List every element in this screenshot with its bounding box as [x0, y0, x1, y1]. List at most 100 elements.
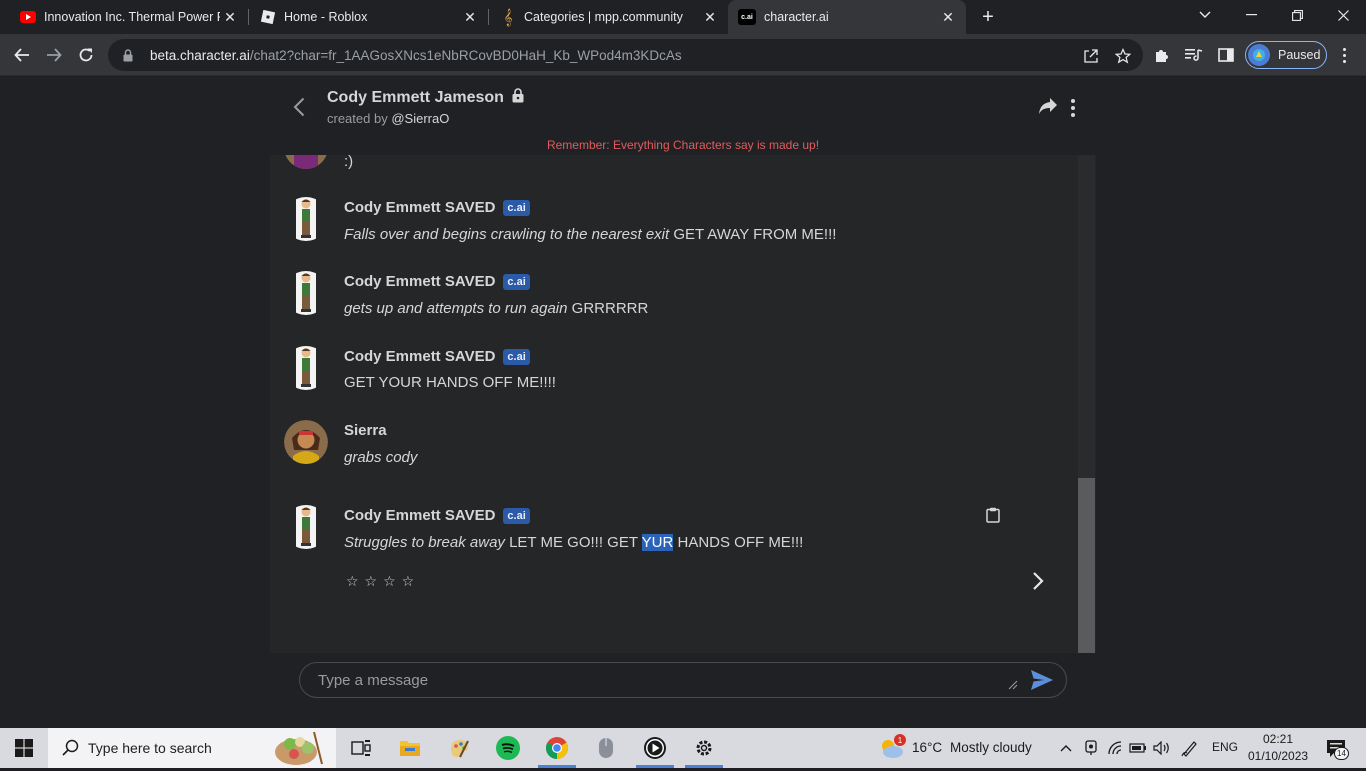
clipboard-icon[interactable] — [986, 507, 1000, 523]
media-control-icon[interactable] — [1184, 45, 1204, 65]
message-item: Cody Emmett SAVED c.ai gets up and attem… — [270, 269, 1070, 329]
settings-gear-icon[interactable] — [692, 736, 716, 760]
message-text: Struggles to break away LET ME GO!!! GET… — [344, 534, 803, 551]
chat-scrollbar-thumb[interactable] — [1078, 478, 1095, 653]
spotify-icon[interactable] — [496, 736, 520, 760]
cody-avatar[interactable] — [284, 505, 328, 549]
send-icon[interactable] — [1030, 669, 1056, 693]
cody-avatar[interactable] — [284, 197, 328, 241]
lock-icon[interactable] — [120, 48, 136, 62]
browser-toolbar: beta.character.ai/chat2?char=fr_1AAGosXN… — [0, 34, 1366, 76]
task-view-icon[interactable] — [349, 736, 373, 760]
close-window-button[interactable] — [1320, 0, 1366, 30]
cai-icon-text: c.ai — [741, 13, 753, 21]
url-host: beta.character.ai — [150, 47, 250, 63]
side-panel-icon[interactable] — [1216, 45, 1236, 65]
pen-icon[interactable] — [1180, 736, 1200, 760]
tab-search-chevron-icon[interactable] — [1182, 0, 1228, 30]
restore-button[interactable] — [1274, 0, 1320, 30]
cai-badge: c.ai — [503, 199, 530, 216]
browser-menu-icon[interactable] — [1334, 44, 1354, 66]
more-options-icon[interactable] — [1068, 97, 1078, 119]
hidden-icons-chevron-icon[interactable] — [1058, 736, 1074, 760]
clock-time[interactable]: 02:21 — [1262, 732, 1294, 746]
minimize-button[interactable] — [1228, 0, 1274, 30]
message-sender: Cody Emmett SAVED c.ai — [344, 348, 530, 365]
windows-start-icon[interactable] — [12, 736, 36, 760]
message-item: Cody Emmett SAVED c.ai Falls over and be… — [270, 195, 1070, 255]
network-icon[interactable] — [1106, 736, 1126, 760]
weather-alert-badge: 1 — [894, 734, 906, 746]
close-tab-icon[interactable]: ✕ — [700, 7, 720, 27]
close-tab-icon[interactable]: ✕ — [220, 7, 240, 27]
message-sender: Sierra — [344, 422, 387, 439]
back-button[interactable] — [8, 41, 36, 69]
message-composer[interactable]: Type a message — [299, 662, 1067, 698]
share-arrow-icon[interactable] — [1038, 97, 1060, 119]
message-partial: :) — [270, 155, 1070, 171]
reload-button[interactable] — [72, 41, 100, 69]
creator-link[interactable]: @SierraO — [391, 111, 449, 126]
message-action: gets up and attempts to run again — [344, 300, 568, 317]
tab-mpp-community[interactable]: 𝄞 Categories | mpp.community ✕ — [480, 0, 728, 34]
tab-youtube[interactable]: Innovation Inc. Thermal Power P ✕ — [0, 0, 248, 34]
rating-stars[interactable]: ☆☆☆☆ — [346, 573, 420, 590]
cai-badge: c.ai — [503, 348, 530, 365]
address-bar[interactable]: beta.character.ai/chat2?char=fr_1AAGosXN… — [108, 39, 1143, 71]
character-name[interactable]: Cody Emmett Jameson — [327, 89, 504, 107]
cai-badge: c.ai — [503, 273, 530, 290]
sender-name[interactable]: Cody Emmett SAVED — [344, 273, 495, 290]
message-text: :) — [344, 155, 354, 170]
message-sender: Cody Emmett SAVED c.ai — [344, 199, 530, 216]
selected-text: YUR — [641, 534, 674, 551]
message-input[interactable]: Type a message — [318, 672, 428, 689]
chrome-icon[interactable] — [545, 736, 569, 760]
volume-icon[interactable] — [1152, 736, 1172, 760]
cody-avatar[interactable] — [284, 346, 328, 390]
message-sender: Cody Emmett SAVED c.ai — [344, 273, 530, 290]
sierra-avatar[interactable] — [284, 420, 328, 464]
paint-icon[interactable] — [447, 736, 471, 760]
extensions-puzzle-icon[interactable] — [1152, 45, 1172, 65]
weather-description[interactable]: Mostly cloudy — [950, 740, 1032, 755]
sender-name[interactable]: Cody Emmett SAVED — [344, 348, 495, 365]
sender-name[interactable]: Cody Emmett SAVED — [344, 507, 495, 524]
weather-temperature[interactable]: 16°C — [912, 740, 942, 755]
character-name-row[interactable]: Cody Emmett Jameson — [327, 88, 524, 108]
bookmark-star-icon[interactable] — [1114, 47, 1132, 65]
share-page-icon[interactable] — [1082, 47, 1100, 65]
message-speech: GRRRRRR — [567, 300, 649, 317]
profile-paused-button[interactable]: Paused — [1245, 41, 1327, 69]
next-response-chevron-icon[interactable] — [1032, 571, 1048, 593]
created-by-label: created by — [327, 111, 388, 126]
tab-roblox[interactable]: Home - Roblox ✕ — [240, 0, 488, 34]
input-language[interactable]: ENG — [1212, 740, 1238, 754]
taskbar-search-box[interactable]: Type here to search — [48, 728, 336, 768]
close-tab-icon[interactable]: ✕ — [938, 7, 958, 27]
made-up-warning: Remember: Everything Characters say is m… — [546, 138, 820, 152]
weather-cloud-icon[interactable]: 1 — [878, 734, 908, 760]
sierra-avatar[interactable] — [284, 155, 328, 169]
sender-name[interactable]: Cody Emmett SAVED — [344, 199, 495, 216]
media-player-icon[interactable] — [643, 736, 667, 760]
new-tab-button[interactable]: + — [976, 4, 1000, 30]
sender-name[interactable]: Sierra — [344, 422, 387, 439]
url-text[interactable]: beta.character.ai/chat2?char=fr_1AAGosXN… — [150, 48, 682, 63]
profile-status-label: Paused — [1278, 48, 1321, 62]
back-arrow-icon[interactable] — [288, 95, 310, 119]
cody-avatar[interactable] — [284, 271, 328, 315]
close-tab-icon[interactable]: ✕ — [460, 7, 480, 27]
clock-date[interactable]: 01/10/2023 — [1248, 749, 1308, 763]
message-item-latest: Cody Emmett SAVED c.ai Struggles to brea… — [270, 503, 1070, 563]
search-input[interactable]: Type here to search — [88, 740, 212, 756]
notifications-icon[interactable]: 14 — [1322, 736, 1350, 760]
battery-icon[interactable] — [1128, 736, 1148, 760]
file-explorer-icon[interactable] — [398, 736, 422, 760]
chat-messages-area[interactable]: :) Cody Emmett SAVED c.ai Falls over and… — [270, 155, 1096, 653]
forward-button[interactable] — [40, 41, 68, 69]
resize-handle-icon[interactable] — [1008, 677, 1018, 690]
tab-character-ai[interactable]: c.ai character.ai ✕ — [728, 0, 966, 34]
mouse-app-icon[interactable] — [594, 736, 618, 760]
search-icon — [62, 739, 79, 761]
meet-now-icon[interactable] — [1082, 736, 1100, 760]
